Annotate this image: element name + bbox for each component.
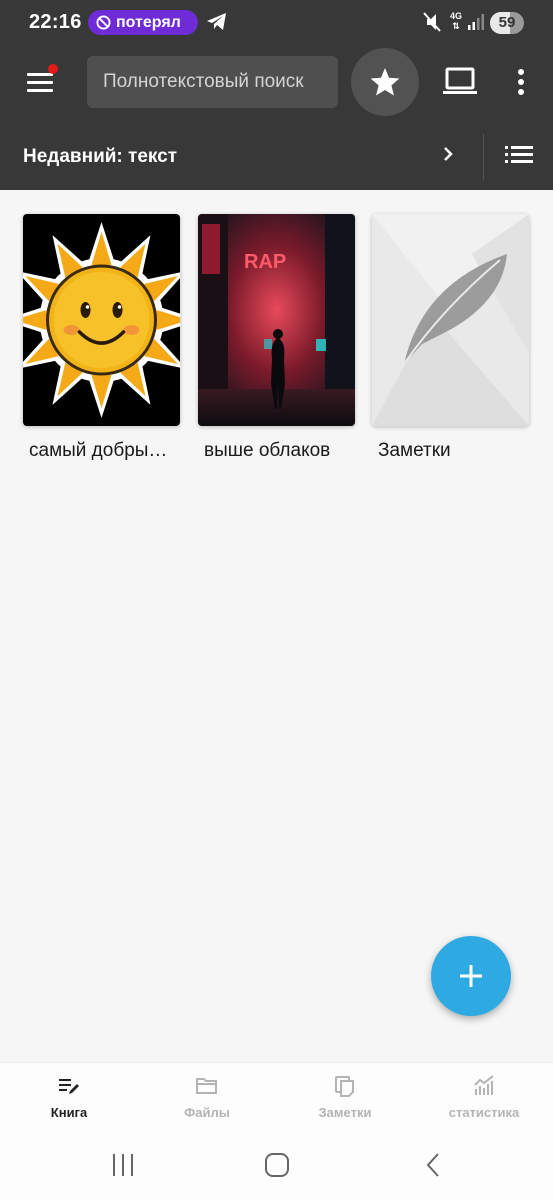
network-indicator: 4G ⇅ [449, 11, 462, 31]
more-vertical-icon [518, 69, 524, 95]
add-book-button[interactable] [431, 936, 511, 1016]
signal-icon [468, 14, 484, 30]
feather-placeholder-image [372, 214, 529, 426]
recent-apps-button[interactable] [103, 1150, 143, 1180]
laptop-icon [443, 67, 477, 94]
book-title: самый добры… [29, 440, 168, 461]
chart-icon [474, 1075, 494, 1095]
notification-text: потерял [116, 13, 181, 31]
top-toolbar [0, 46, 553, 118]
book-title: выше облаков [204, 440, 331, 461]
recent-apps-icon [113, 1154, 133, 1176]
nav-item-statistics[interactable]: статистика [415, 1063, 553, 1135]
status-time: 22:16 [29, 11, 82, 33]
rap-sign-text: RAP [244, 251, 286, 273]
no-sign-icon [96, 15, 111, 30]
book-card[interactable]: RAP выше облаков [198, 214, 355, 462]
battery-indicator: 59 [490, 12, 524, 34]
mute-icon [423, 12, 441, 32]
book-card[interactable]: самый добры… [23, 214, 180, 462]
folder-icon [196, 1078, 217, 1094]
notification-pill[interactable]: потерял [88, 10, 198, 35]
nav-item-label: Заметки [318, 1105, 372, 1120]
book-title: Заметки [378, 440, 451, 461]
neon-street-image: RAP [198, 214, 355, 426]
book-card[interactable]: Заметки [372, 214, 529, 462]
recent-title[interactable]: Недавний: текст [23, 146, 177, 168]
notes-icon [335, 1076, 354, 1097]
status-bar: 22:16 потерял 4G ⇅ 59 [0, 0, 553, 46]
divider [483, 134, 484, 180]
list-view-button[interactable] [503, 142, 535, 166]
recent-open-button[interactable] [436, 142, 460, 166]
list-icon [505, 146, 533, 163]
nav-item-label: статистика [448, 1105, 520, 1120]
book-edit-icon [59, 1079, 79, 1094]
notification-dot [48, 64, 58, 74]
plus-icon [460, 965, 482, 987]
recent-bar: Недавний: текст [0, 118, 553, 190]
home-button[interactable] [257, 1150, 297, 1180]
system-navigation [0, 1134, 553, 1200]
nav-item-book[interactable]: Книга [0, 1063, 138, 1135]
battery-level: 59 [498, 14, 516, 31]
chevron-right-icon [444, 147, 453, 161]
back-icon [426, 1153, 439, 1177]
book-cover-notes [372, 214, 529, 426]
book-cover-sun [23, 214, 180, 426]
star-icon [370, 68, 400, 96]
nav-item-label: Книга [50, 1105, 88, 1120]
favorites-button[interactable] [351, 48, 419, 116]
back-button[interactable] [412, 1150, 452, 1180]
bottom-navigation: Книга Файлы Заметки статистика [0, 1062, 553, 1135]
network-label: 4G [449, 11, 462, 21]
telegram-icon [207, 13, 226, 30]
nav-item-files[interactable]: Файлы [138, 1063, 276, 1135]
menu-button[interactable] [24, 64, 58, 95]
laptop-button[interactable] [441, 66, 479, 98]
search-input[interactable] [87, 56, 338, 108]
more-options-button[interactable] [505, 66, 537, 98]
book-cover-rap: RAP [198, 214, 355, 426]
sun-sticker-image [23, 214, 180, 426]
nav-item-label: Файлы [184, 1105, 230, 1120]
home-icon [265, 1153, 289, 1177]
nav-item-notes[interactable]: Заметки [276, 1063, 414, 1135]
